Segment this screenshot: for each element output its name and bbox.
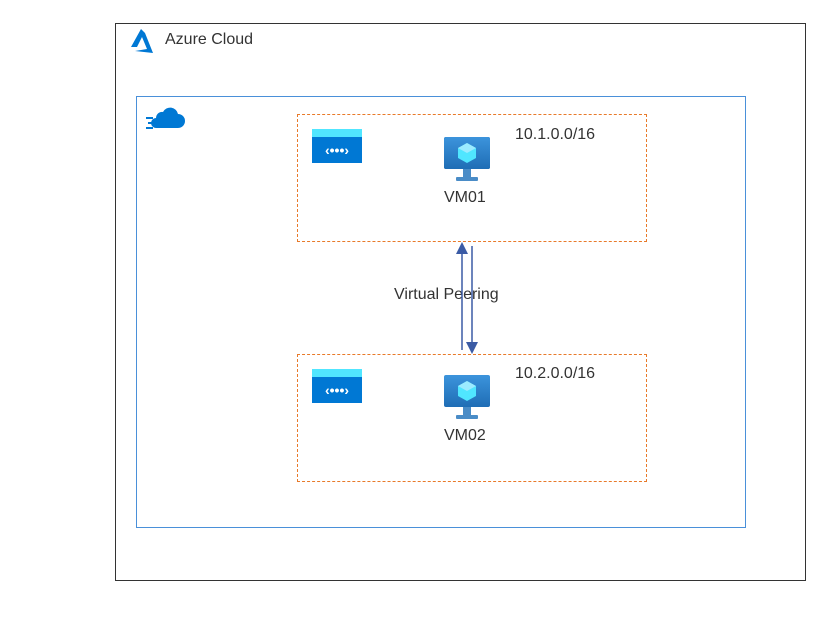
cloud-icon (146, 104, 188, 134)
vm-name-label: VM01 (444, 189, 486, 207)
virtual-machine-icon (442, 373, 492, 421)
virtual-peering-label: Virtual Peering (394, 286, 499, 304)
vnet-glyph: ‹•••› (312, 377, 362, 403)
vnet-icon: ‹•••› (312, 129, 362, 163)
peering-arrows-icon (452, 242, 482, 354)
azure-cloud-title: Azure Cloud (165, 31, 253, 49)
vnet-icon: ‹•••› (312, 369, 362, 403)
vm-name-label: VM02 (444, 427, 486, 445)
azure-logo-icon (127, 27, 157, 55)
virtual-machine-icon (442, 135, 492, 183)
vnet-glyph: ‹•••› (312, 137, 362, 163)
vnet-cidr-label: 10.2.0.0/16 (515, 365, 595, 383)
vnet-cidr-label: 10.1.0.0/16 (515, 126, 595, 144)
